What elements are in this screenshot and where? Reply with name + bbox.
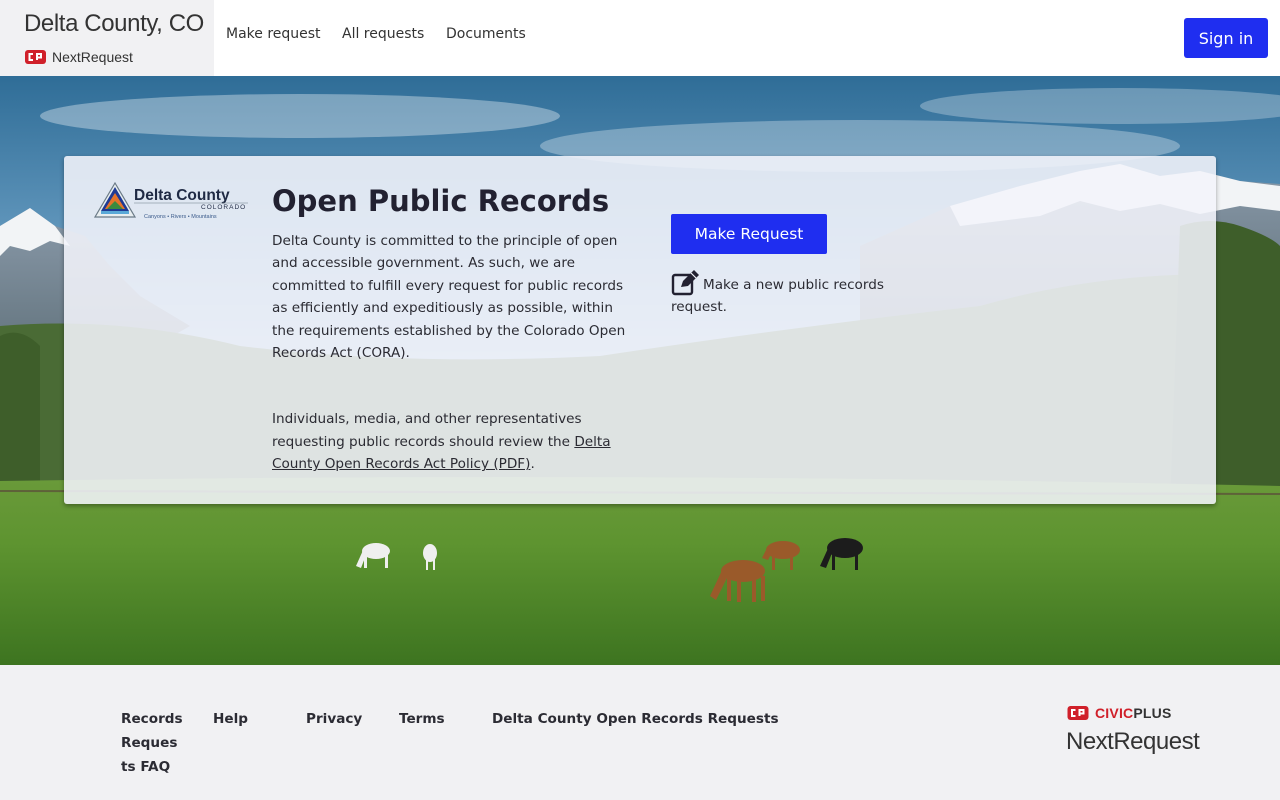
footer-link-help[interactable]: Help [213,707,248,731]
svg-text:COLORADO: COLORADO [201,204,246,211]
make-request-description: Make a new public records request. [671,277,884,315]
civicplus-logo-icon [1067,706,1089,720]
nav-all-requests[interactable]: All requests [342,26,424,42]
sign-in-button[interactable]: Sign in [1184,18,1268,58]
policy-suffix: . [530,456,535,473]
svg-text:Canyons • Rivers • Mountains: Canyons • Rivers • Mountains [144,214,217,220]
intro-paragraph: Delta County is committed to the princip… [272,233,626,362]
civicplus-logo: CIVICPLUS [1066,705,1171,721]
intro-text-block: Delta County is committed to the princip… [272,230,632,476]
nav-documents[interactable]: Documents [446,26,526,42]
brand-home-link[interactable]: Delta County, CO NextRequest [0,0,214,76]
delta-county-logo: Delta County COLORADO Canyons • Rivers •… [93,181,248,220]
nextrequest-logo-icon [25,50,46,64]
footer-link-terms[interactable]: Terms [399,707,445,731]
top-navigation: Delta County, CO NextRequest Make reques… [0,0,1280,77]
product-brand: NextRequest [25,49,133,65]
policy-prefix: Individuals, media, and other representa… [272,411,582,450]
footer-link-privacy[interactable]: Privacy [306,707,362,731]
make-request-button[interactable]: Make Request [671,214,827,254]
footer-nextrequest-wordmark: NextRequest [1066,728,1200,755]
policy-paragraph: Individuals, media, and other representa… [272,408,632,475]
agency-name: Delta County, CO [24,10,204,37]
page-title: Open Public Records [272,184,610,218]
footer-link-records-faq[interactable]: Records Requests FAQ [121,707,183,779]
civicplus-wordmark: CIVICPLUS [1095,705,1172,721]
svg-text:Delta County: Delta County [134,187,230,204]
product-name: NextRequest [52,49,133,65]
welcome-card: Delta County COLORADO Canyons • Rivers •… [64,156,1216,504]
footer: Records Requests FAQ Help Privacy Terms … [0,665,1280,800]
footer-link-agency-requests[interactable]: Delta County Open Records Requests [492,707,779,731]
nav-make-request[interactable]: Make request [226,26,321,42]
